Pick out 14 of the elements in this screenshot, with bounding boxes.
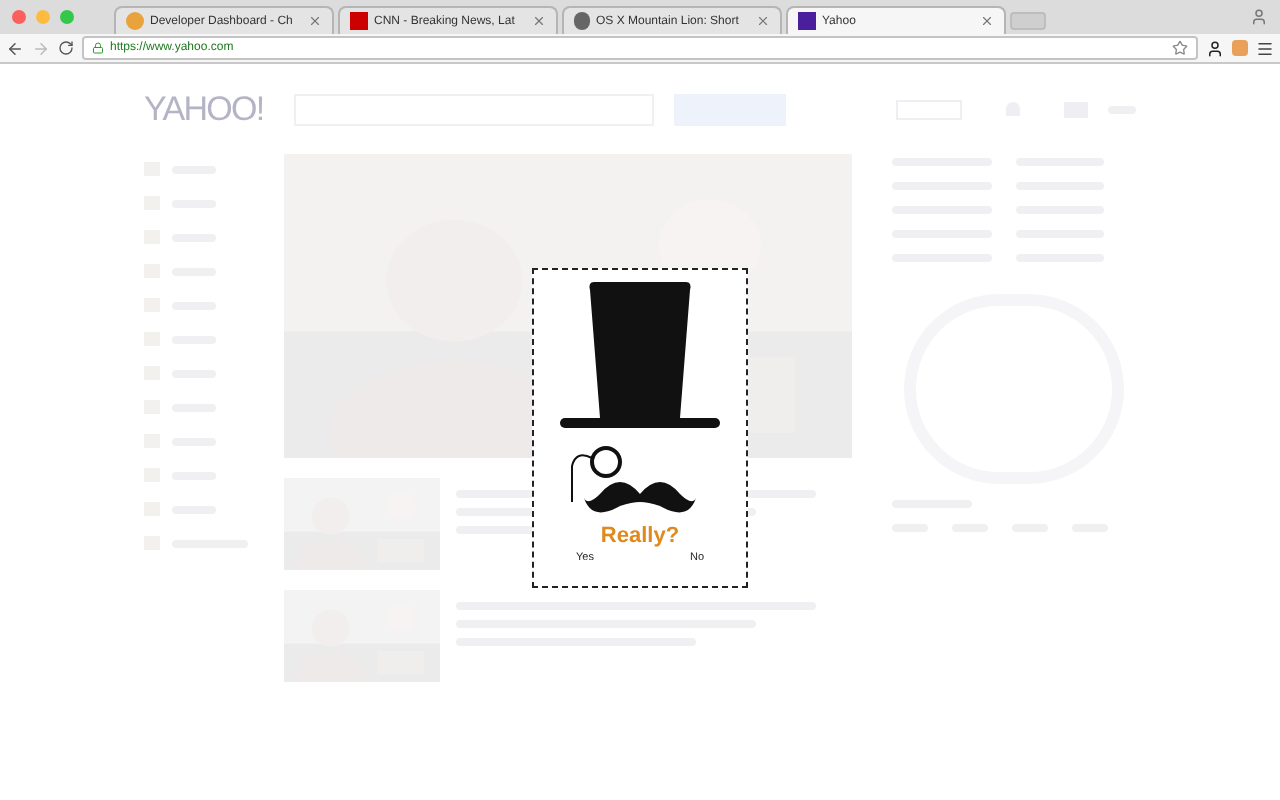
question-text: Really?	[600, 526, 680, 548]
faded-logo: YAHOO!	[144, 92, 266, 126]
lock-icon	[92, 42, 104, 54]
close-tab-icon[interactable]	[756, 14, 770, 28]
account-icon[interactable]	[1206, 39, 1224, 57]
close-window-icon[interactable]	[12, 10, 26, 24]
close-tab-icon[interactable]	[532, 14, 546, 28]
back-icon[interactable]	[6, 39, 24, 57]
close-tab-icon[interactable]	[980, 14, 994, 28]
reload-icon[interactable]	[58, 40, 74, 56]
profile-icon[interactable]	[1250, 8, 1268, 26]
menu-icon[interactable]	[1256, 39, 1274, 57]
close-tab-icon[interactable]	[308, 14, 322, 28]
bookmark-star-icon[interactable]	[1172, 40, 1188, 56]
